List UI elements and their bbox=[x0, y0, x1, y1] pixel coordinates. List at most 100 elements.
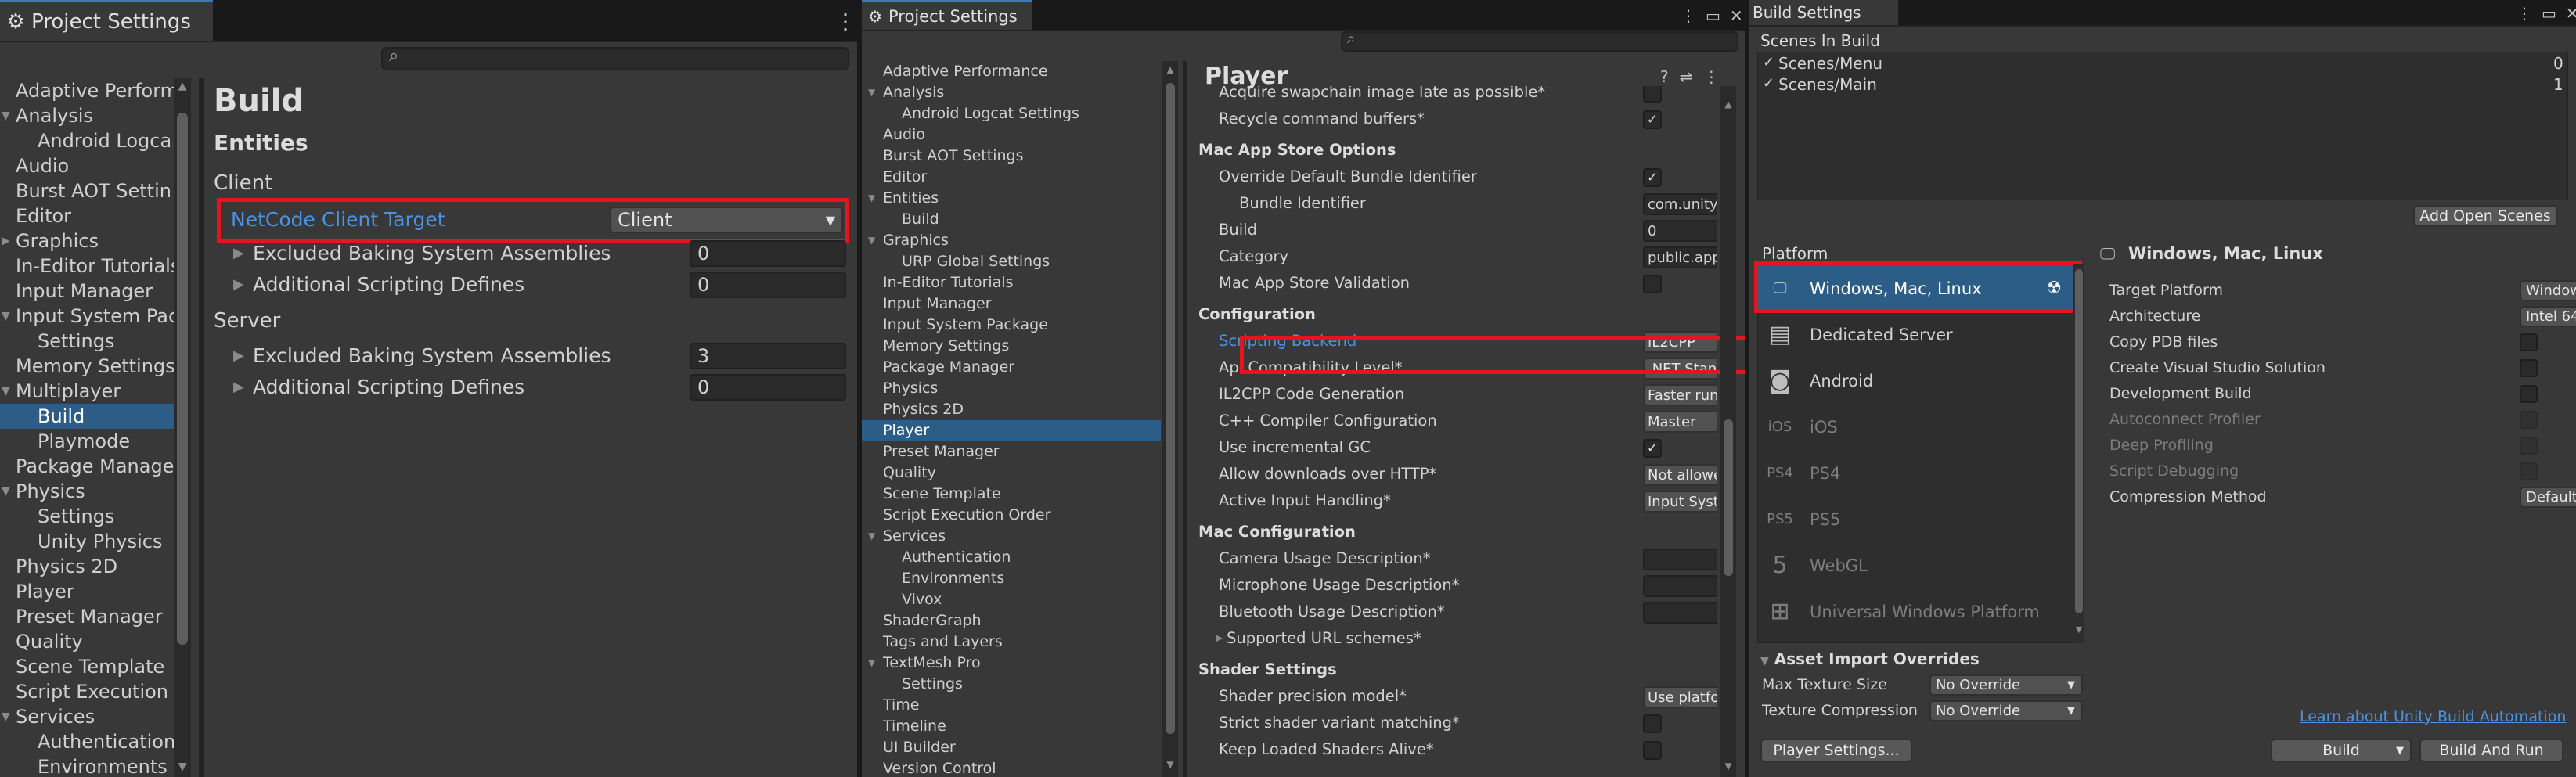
nav-item-editor[interactable]: Editor bbox=[0, 203, 174, 228]
nav-item-physics-2d[interactable]: Physics 2D bbox=[0, 554, 174, 579]
expand-arrow-icon[interactable]: ▼ bbox=[868, 526, 875, 547]
nav-item-scene-template[interactable]: Scene Template bbox=[862, 484, 1161, 505]
nav-item-textmesh-pro[interactable]: ▼ TextMesh Pro bbox=[862, 653, 1161, 674]
nav-item-player[interactable]: Player bbox=[862, 420, 1161, 441]
expand-arrow-icon[interactable]: ▼ bbox=[2, 479, 10, 504]
tab-project-settings[interactable]: ⚙ Project Settings bbox=[0, 0, 213, 41]
scroll-thumb[interactable] bbox=[1166, 83, 1175, 734]
setting-dropdown-architecture[interactable]: Intel 64-bit▼ bbox=[2520, 306, 2576, 327]
text-field[interactable] bbox=[1643, 602, 1717, 624]
setting-checkbox-copy-pdb-files[interactable] bbox=[2520, 333, 2538, 351]
scroll-thumb[interactable] bbox=[2075, 269, 2083, 613]
dropdown[interactable]: Faster runtime▼ bbox=[1643, 384, 1717, 406]
platform-item-webgl[interactable]: 5 WebGL bbox=[1758, 542, 2084, 588]
nav-item-input-manager[interactable]: Input Manager bbox=[0, 279, 174, 304]
kebab-menu-icon[interactable]: ⋮ bbox=[2517, 4, 2532, 23]
nav-item-ui-builder[interactable]: UI Builder bbox=[862, 737, 1161, 758]
checkbox[interactable]: ✓ bbox=[1643, 168, 1662, 187]
dropdown[interactable]: Master▼ bbox=[1643, 411, 1717, 433]
nav-item-burst-aot-settings[interactable]: Burst AOT Settings bbox=[862, 146, 1161, 167]
scroll-down-icon[interactable]: ▼ bbox=[174, 761, 191, 773]
nav-item-audio[interactable]: Audio bbox=[862, 124, 1161, 146]
kebab-menu-icon[interactable]: ⋮ bbox=[1703, 67, 1719, 86]
foldout-arrow-icon[interactable]: ▶ bbox=[233, 276, 244, 293]
collapse-arrow-icon[interactable]: ▶ bbox=[2, 228, 10, 254]
scene-check-icon[interactable]: ✓ bbox=[1763, 54, 1774, 70]
nav-item-physics[interactable]: Physics bbox=[862, 378, 1161, 399]
checkbox[interactable] bbox=[1643, 741, 1662, 760]
dropdown[interactable]: Use platform c▼ bbox=[1643, 686, 1717, 708]
text-field[interactable] bbox=[1643, 575, 1717, 597]
checkbox[interactable] bbox=[1643, 86, 1662, 103]
checkbox[interactable]: ✓ bbox=[1643, 439, 1662, 458]
nav-item-preset-manager[interactable]: Preset Manager bbox=[0, 604, 174, 629]
client-defines-field[interactable]: 0 bbox=[690, 272, 846, 298]
nav-item-build[interactable]: Build bbox=[0, 404, 174, 429]
dropdown[interactable]: Not allowed▼ bbox=[1643, 464, 1717, 486]
expand-arrow-icon[interactable]: ▼ bbox=[2, 103, 10, 128]
foldout-arrow-icon[interactable]: ▼ bbox=[1760, 655, 1769, 667]
kebab-menu-icon[interactable]: ⋮ bbox=[1681, 6, 1696, 25]
nav-item-burst-aot-settin[interactable]: Burst AOT Settin bbox=[0, 178, 174, 203]
nav-item-time[interactable]: Time bbox=[862, 695, 1161, 716]
nav-item-android-logca[interactable]: Android Logca bbox=[0, 128, 174, 153]
platform-item-android[interactable]: ◙ Android bbox=[1758, 358, 2084, 404]
tab-build-settings[interactable]: Build Settings bbox=[1749, 0, 1898, 25]
nav-item-settings[interactable]: Settings bbox=[0, 504, 174, 529]
nav-item-multiplayer[interactable]: ▼ Multiplayer bbox=[0, 379, 174, 404]
platform-item-ps5[interactable]: PS5 PS5 bbox=[1758, 496, 2084, 542]
tab-project-settings[interactable]: ⚙ Project Settings bbox=[862, 0, 1032, 30]
nav-item-script-execution-order[interactable]: Script Execution Order bbox=[862, 505, 1161, 526]
kebab-menu-icon[interactable]: ⋮ bbox=[834, 0, 856, 42]
foldout-arrow-icon[interactable]: ▶ bbox=[233, 379, 244, 395]
scroll-thumb[interactable] bbox=[1724, 419, 1733, 576]
nav-item-quality[interactable]: Quality bbox=[0, 629, 174, 654]
nav-item-physics[interactable]: ▼ Physics bbox=[0, 479, 174, 504]
close-icon[interactable]: ✕ bbox=[1730, 6, 1743, 25]
nav-item-in-editor-tutorials[interactable]: In-Editor Tutorials bbox=[862, 272, 1161, 293]
nav-item-quality[interactable]: Quality bbox=[862, 462, 1161, 484]
nav-item-authentication[interactable]: Authentication bbox=[862, 547, 1161, 568]
nav-item-in-editor-tutorials[interactable]: In-Editor Tutorials bbox=[0, 254, 174, 279]
nav-item-adaptive-performance[interactable]: Adaptive Performance bbox=[862, 61, 1161, 82]
text-field[interactable] bbox=[1643, 549, 1717, 570]
nav-item-urp-global-settings[interactable]: URP Global Settings bbox=[862, 251, 1161, 272]
nav-item-settings[interactable]: Settings bbox=[0, 329, 174, 354]
nav-item-analysis[interactable]: ▼ Analysis bbox=[862, 82, 1161, 103]
foldout-arrow-icon[interactable]: ▶ bbox=[1216, 632, 1223, 643]
nav-item-shadergraph[interactable]: ShaderGraph bbox=[862, 610, 1161, 631]
scene-item-main[interactable]: Scenes/Main bbox=[1778, 75, 1877, 94]
setting-dropdown-compression-method[interactable]: Default▼ bbox=[2520, 487, 2576, 508]
add-open-scenes-button[interactable]: Add Open Scenes bbox=[2413, 205, 2557, 227]
scroll-up-icon[interactable]: ▲ bbox=[1162, 64, 1178, 75]
text-field[interactable]: public.app-categ bbox=[1643, 246, 1717, 268]
nav-item-version-control[interactable]: Version Control bbox=[862, 758, 1161, 777]
nav-scrollbar[interactable]: ▲ ▼ bbox=[1162, 61, 1178, 777]
nav-item-build[interactable]: Build bbox=[862, 209, 1161, 230]
splitter[interactable] bbox=[1183, 61, 1187, 777]
expand-arrow-icon[interactable]: ▼ bbox=[868, 230, 875, 251]
nav-item-vivox[interactable]: Vivox bbox=[862, 589, 1161, 610]
nav-scrollbar[interactable]: ▲ ▼ bbox=[174, 78, 191, 777]
nav-item-graphics[interactable]: ▼ Graphics bbox=[862, 230, 1161, 251]
foldout-arrow-icon[interactable]: ▶ bbox=[233, 245, 244, 261]
foldout-arrow-icon[interactable]: ▶ bbox=[233, 347, 244, 364]
setting-checkbox-create-visual-studio-solution[interactable] bbox=[2520, 359, 2538, 377]
player-settings-button[interactable]: Player Settings... bbox=[1760, 739, 1912, 762]
scroll-up-icon[interactable]: ▲ bbox=[174, 80, 191, 92]
preset-icon[interactable]: ⇌ bbox=[1680, 67, 1693, 86]
platform-item-ios[interactable]: iOS iOS bbox=[1758, 404, 2084, 450]
maximize-icon[interactable]: ▭ bbox=[1706, 6, 1720, 25]
expand-arrow-icon[interactable]: ▼ bbox=[868, 188, 875, 209]
nav-item-services[interactable]: ▼ Services bbox=[0, 704, 174, 729]
checkbox[interactable] bbox=[1643, 714, 1662, 733]
search-input[interactable]: ⌕ bbox=[1341, 31, 1738, 52]
nav-item-input-manager[interactable]: Input Manager bbox=[862, 293, 1161, 315]
scroll-down-icon[interactable]: ▼ bbox=[2073, 624, 2084, 635]
nav-item-environments[interactable]: Environments bbox=[0, 754, 174, 777]
scroll-thumb[interactable] bbox=[177, 113, 188, 645]
nav-item-entities[interactable]: ▼ Entities bbox=[862, 188, 1161, 209]
expand-arrow-icon[interactable]: ▼ bbox=[868, 653, 875, 674]
text-field[interactable]: com.unity.megac bbox=[1643, 193, 1717, 215]
splitter[interactable] bbox=[199, 78, 204, 777]
